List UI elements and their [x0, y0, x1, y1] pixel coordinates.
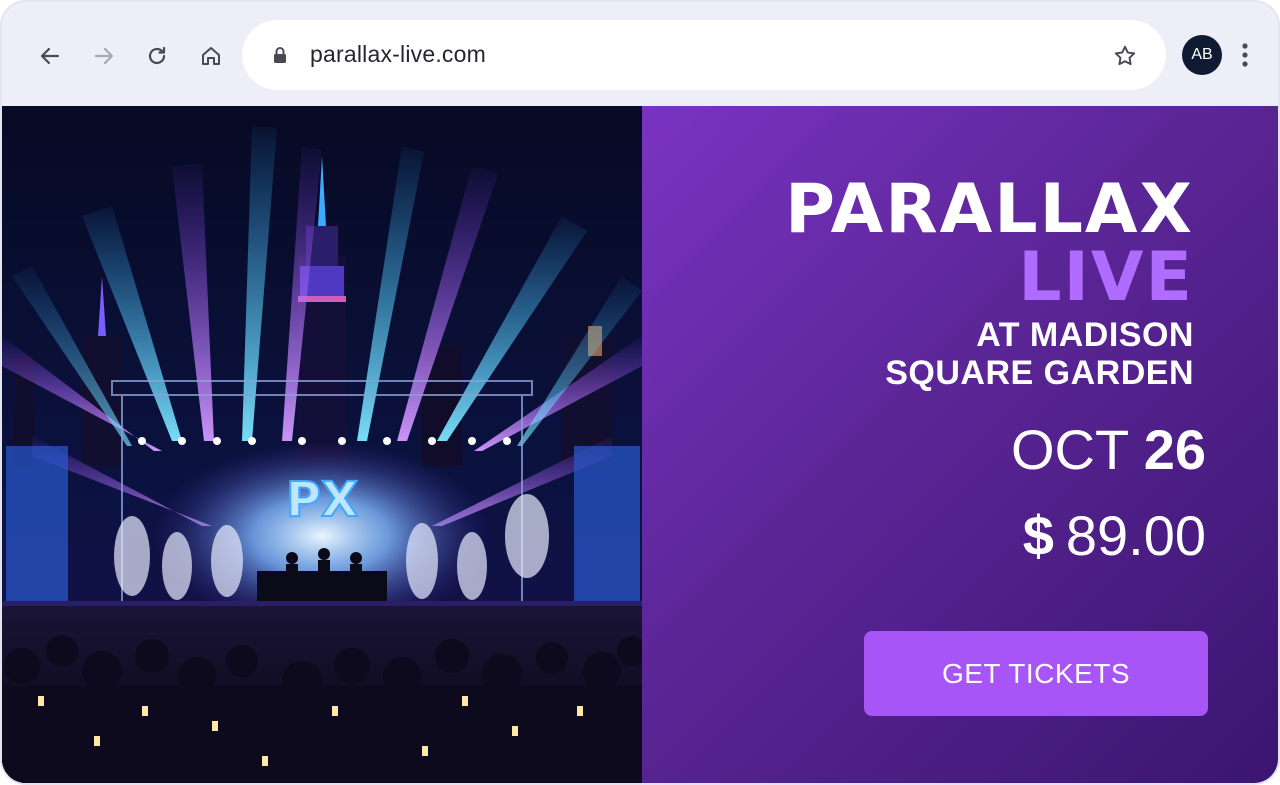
browser-toolbar: parallax-live.com AB [2, 2, 1278, 106]
right-led-screen [574, 446, 640, 606]
ticket-price: $89.00 [1023, 504, 1206, 568]
lock-icon[interactable] [270, 45, 290, 65]
reload-icon [148, 46, 166, 65]
event-title: PARALLAX [785, 170, 1194, 249]
page-content: PX PARALLAX LIVE AT MADISON SQUARE GARDE… [2, 106, 1278, 783]
reload-button[interactable] [137, 36, 177, 76]
concert-hero-image: PX [2, 106, 642, 783]
get-tickets-button[interactable]: GET TICKETS [864, 631, 1208, 716]
event-promo-panel: PARALLAX LIVE AT MADISON SQUARE GARDEN O… [642, 106, 1278, 783]
price-currency: $ [1022, 504, 1054, 567]
left-led-screen [6, 446, 68, 606]
address-bar[interactable]: parallax-live.com [242, 20, 1166, 90]
date-month: OCT [1010, 418, 1129, 481]
forward-button[interactable] [84, 36, 124, 76]
arrow-right-icon [94, 47, 114, 65]
back-button[interactable] [30, 36, 70, 76]
event-title-accent: LIVE [1018, 238, 1194, 317]
event-date: OCT 26 [1011, 418, 1206, 482]
date-day: 26 [1143, 418, 1206, 481]
concert-stage-illustration: PX [2, 106, 642, 783]
event-venue: AT MADISON SQUARE GARDEN [774, 316, 1194, 392]
profile-avatar[interactable]: AB [1182, 35, 1222, 75]
star-icon[interactable] [1112, 43, 1138, 69]
arrow-left-icon [40, 47, 60, 65]
home-icon [202, 47, 220, 65]
stage-logo: PX [286, 472, 358, 528]
browser-window: parallax-live.com AB PX PARALLAX LIVE AT… [0, 0, 1280, 785]
price-amount: 89.00 [1065, 504, 1206, 567]
url-text[interactable]: parallax-live.com [310, 41, 486, 68]
home-button[interactable] [191, 36, 231, 76]
venue-line-1: AT MADISON [976, 316, 1194, 354]
venue-line-2: SQUARE GARDEN [885, 354, 1194, 392]
more-vertical-icon[interactable] [1234, 40, 1256, 70]
